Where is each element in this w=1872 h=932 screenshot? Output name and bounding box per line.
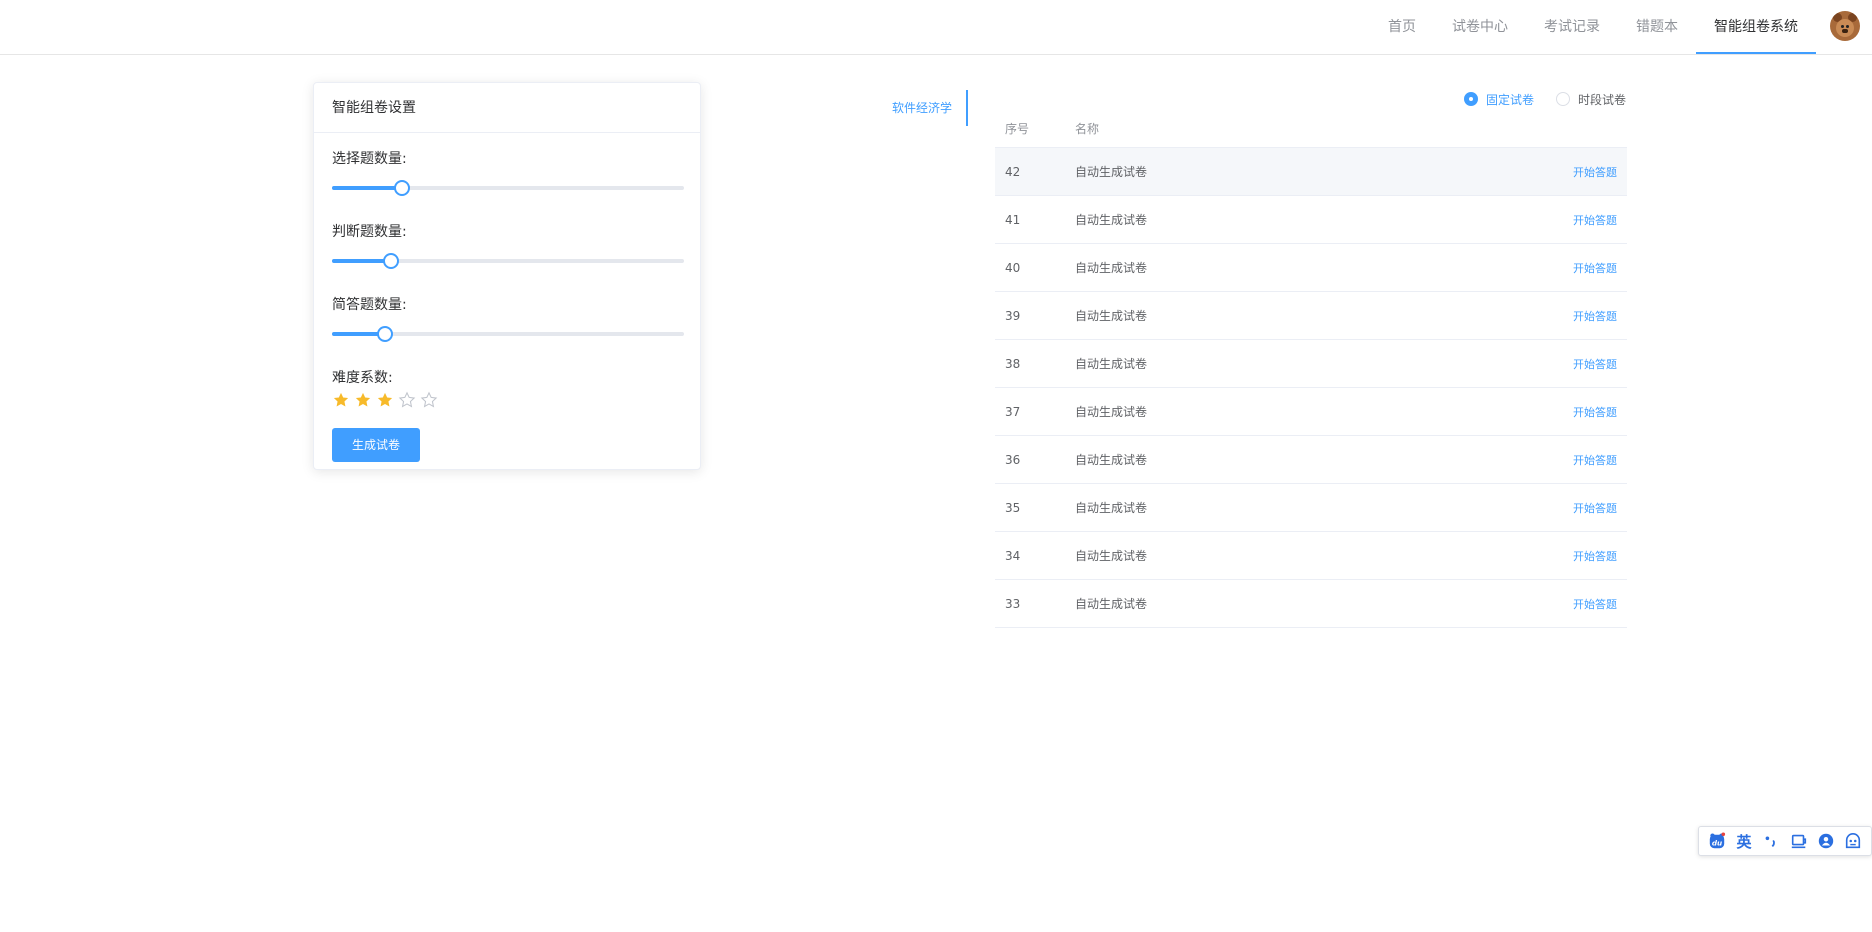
column-header-id: 序号 bbox=[1005, 122, 1030, 136]
star-empty-icon[interactable] bbox=[420, 391, 438, 409]
start-answer-link[interactable]: 开始答题 bbox=[1573, 214, 1617, 227]
avatar-face bbox=[1836, 19, 1854, 37]
row-name: 自动生成试卷 bbox=[1075, 501, 1148, 515]
radio-timed-paper[interactable]: 时段试卷 bbox=[1555, 91, 1626, 108]
start-answer-link[interactable]: 开始答题 bbox=[1573, 550, 1617, 563]
start-answer-link[interactable]: 开始答题 bbox=[1573, 310, 1617, 323]
main-nav: 首页 试卷中心 考试记录 错题本 智能组卷系统 bbox=[1370, 0, 1816, 54]
avatar-eye bbox=[1846, 25, 1849, 28]
table-row: 42 自动生成试卷 开始答题 bbox=[995, 148, 1627, 196]
input-language-indicator[interactable]: 英 bbox=[1734, 831, 1754, 851]
ime-toolbar: du 英 bbox=[1698, 826, 1872, 856]
row-id: 37 bbox=[1005, 404, 1021, 419]
start-answer-link[interactable]: 开始答题 bbox=[1573, 454, 1617, 467]
slider-handle[interactable] bbox=[376, 326, 393, 342]
paper-type-radio-group: 固定试卷 时段试卷 bbox=[1463, 90, 1626, 108]
table-row: 35 自动生成试卷 开始答题 bbox=[995, 484, 1627, 532]
generate-paper-button[interactable]: 生成试卷 bbox=[332, 428, 420, 462]
judge-count-slider[interactable] bbox=[332, 248, 684, 274]
skin-icon[interactable] bbox=[1816, 831, 1836, 851]
table-row: 39 自动生成试卷 开始答题 bbox=[995, 292, 1627, 340]
settings-card: 智能组卷设置 选择题数量: 判断题数量: 简答题数量: 难度系数: 生成试卷 bbox=[313, 82, 701, 470]
top-navbar: 首页 试卷中心 考试记录 错题本 智能组卷系统 bbox=[0, 0, 1872, 55]
row-id: 41 bbox=[1005, 212, 1021, 227]
settings-card-title: 智能组卷设置 bbox=[314, 83, 700, 133]
radio-label: 时段试卷 bbox=[1577, 92, 1626, 107]
paper-table: 序号 名称 42 自动生成试卷 开始答题 41 自动生成试卷 开始答题 40 自动生成试卷 开始… bbox=[995, 110, 1627, 628]
table-row: 34 自动生成试卷 开始答题 bbox=[995, 532, 1627, 580]
row-name: 自动生成试卷 bbox=[1075, 453, 1148, 467]
table-row: 41 自动生成试卷 开始答题 bbox=[995, 196, 1627, 244]
radio-dot-icon[interactable] bbox=[1555, 92, 1570, 106]
table-row: 33 自动生成试卷 开始答题 bbox=[995, 580, 1627, 628]
nav-item-wrong-questions[interactable]: 错题本 bbox=[1618, 0, 1696, 54]
slider-fill bbox=[332, 259, 391, 263]
nav-item-home[interactable]: 首页 bbox=[1370, 0, 1434, 54]
start-answer-link[interactable]: 开始答题 bbox=[1573, 262, 1617, 275]
avatar[interactable] bbox=[1830, 11, 1860, 41]
slider-fill bbox=[332, 186, 403, 190]
star-filled-icon[interactable] bbox=[354, 391, 372, 409]
table-row: 40 自动生成试卷 开始答题 bbox=[995, 244, 1627, 292]
choice-count-slider[interactable] bbox=[332, 175, 684, 201]
avatar-nose bbox=[1842, 29, 1848, 33]
radio-fixed-paper[interactable]: 固定试卷 bbox=[1463, 91, 1534, 108]
column-header-name: 名称 bbox=[1075, 122, 1100, 136]
keyboard-icon[interactable] bbox=[1789, 831, 1809, 851]
row-id: 33 bbox=[1005, 596, 1021, 611]
table-row: 36 自动生成试卷 开始答题 bbox=[995, 436, 1627, 484]
star-filled-icon[interactable] bbox=[332, 391, 350, 409]
row-name: 自动生成试卷 bbox=[1075, 309, 1148, 323]
row-name: 自动生成试卷 bbox=[1075, 405, 1148, 419]
row-name: 自动生成试卷 bbox=[1075, 549, 1148, 563]
row-id: 36 bbox=[1005, 452, 1021, 467]
start-answer-link[interactable]: 开始答题 bbox=[1573, 598, 1617, 611]
start-answer-link[interactable]: 开始答题 bbox=[1573, 166, 1617, 179]
row-id: 38 bbox=[1005, 356, 1021, 371]
table-row: 38 自动生成试卷 开始答题 bbox=[995, 340, 1627, 388]
radio-label: 固定试卷 bbox=[1485, 92, 1534, 107]
table-row: 37 自动生成试卷 开始答题 bbox=[995, 388, 1627, 436]
row-id: 34 bbox=[1005, 548, 1021, 563]
settings-card-body: 选择题数量: 判断题数量: 简答题数量: 难度系数: 生成试卷 bbox=[314, 133, 700, 478]
row-id: 42 bbox=[1005, 164, 1021, 179]
baidu-logo-icon[interactable]: du bbox=[1707, 831, 1727, 851]
start-answer-link[interactable]: 开始答题 bbox=[1573, 406, 1617, 419]
row-name: 自动生成试卷 bbox=[1075, 357, 1148, 371]
row-name: 自动生成试卷 bbox=[1075, 165, 1148, 179]
slider-handle[interactable] bbox=[382, 253, 399, 269]
start-answer-link[interactable]: 开始答题 bbox=[1573, 358, 1617, 371]
difficulty-label: 难度系数: bbox=[332, 370, 393, 386]
start-answer-link[interactable]: 开始答题 bbox=[1573, 502, 1617, 515]
row-name: 自动生成试卷 bbox=[1075, 261, 1148, 275]
slider-handle[interactable] bbox=[394, 180, 411, 196]
difficulty-rating[interactable] bbox=[332, 390, 682, 410]
judge-count-label: 判断题数量: bbox=[332, 224, 407, 240]
tab-subject-software-economics[interactable]: 软件经济学 bbox=[880, 90, 968, 126]
nav-item-paper-center[interactable]: 试卷中心 bbox=[1434, 0, 1526, 54]
table-body: 42 自动生成试卷 开始答题 41 自动生成试卷 开始答题 40 自动生成试卷 开始答题 39 自动… bbox=[995, 148, 1627, 628]
svg-text:du: du bbox=[1712, 839, 1722, 848]
more-icon[interactable] bbox=[1843, 831, 1863, 851]
row-id: 40 bbox=[1005, 260, 1021, 275]
row-id: 39 bbox=[1005, 308, 1021, 323]
row-name: 自动生成试卷 bbox=[1075, 213, 1148, 227]
radio-dot-icon[interactable] bbox=[1463, 92, 1478, 106]
punctuation-icon[interactable] bbox=[1761, 831, 1781, 851]
nav-item-smart-paper[interactable]: 智能组卷系统 bbox=[1696, 0, 1816, 54]
table-header: 序号 名称 bbox=[995, 110, 1627, 148]
short-answer-count-label: 简答题数量: bbox=[332, 297, 407, 313]
row-name: 自动生成试卷 bbox=[1075, 597, 1148, 611]
choice-count-label: 选择题数量: bbox=[332, 151, 407, 167]
row-id: 35 bbox=[1005, 500, 1021, 515]
avatar-eye bbox=[1841, 25, 1844, 28]
star-empty-icon[interactable] bbox=[398, 391, 416, 409]
star-filled-icon[interactable] bbox=[376, 391, 394, 409]
nav-item-exam-records[interactable]: 考试记录 bbox=[1526, 0, 1618, 54]
short-answer-count-slider[interactable] bbox=[332, 321, 684, 347]
